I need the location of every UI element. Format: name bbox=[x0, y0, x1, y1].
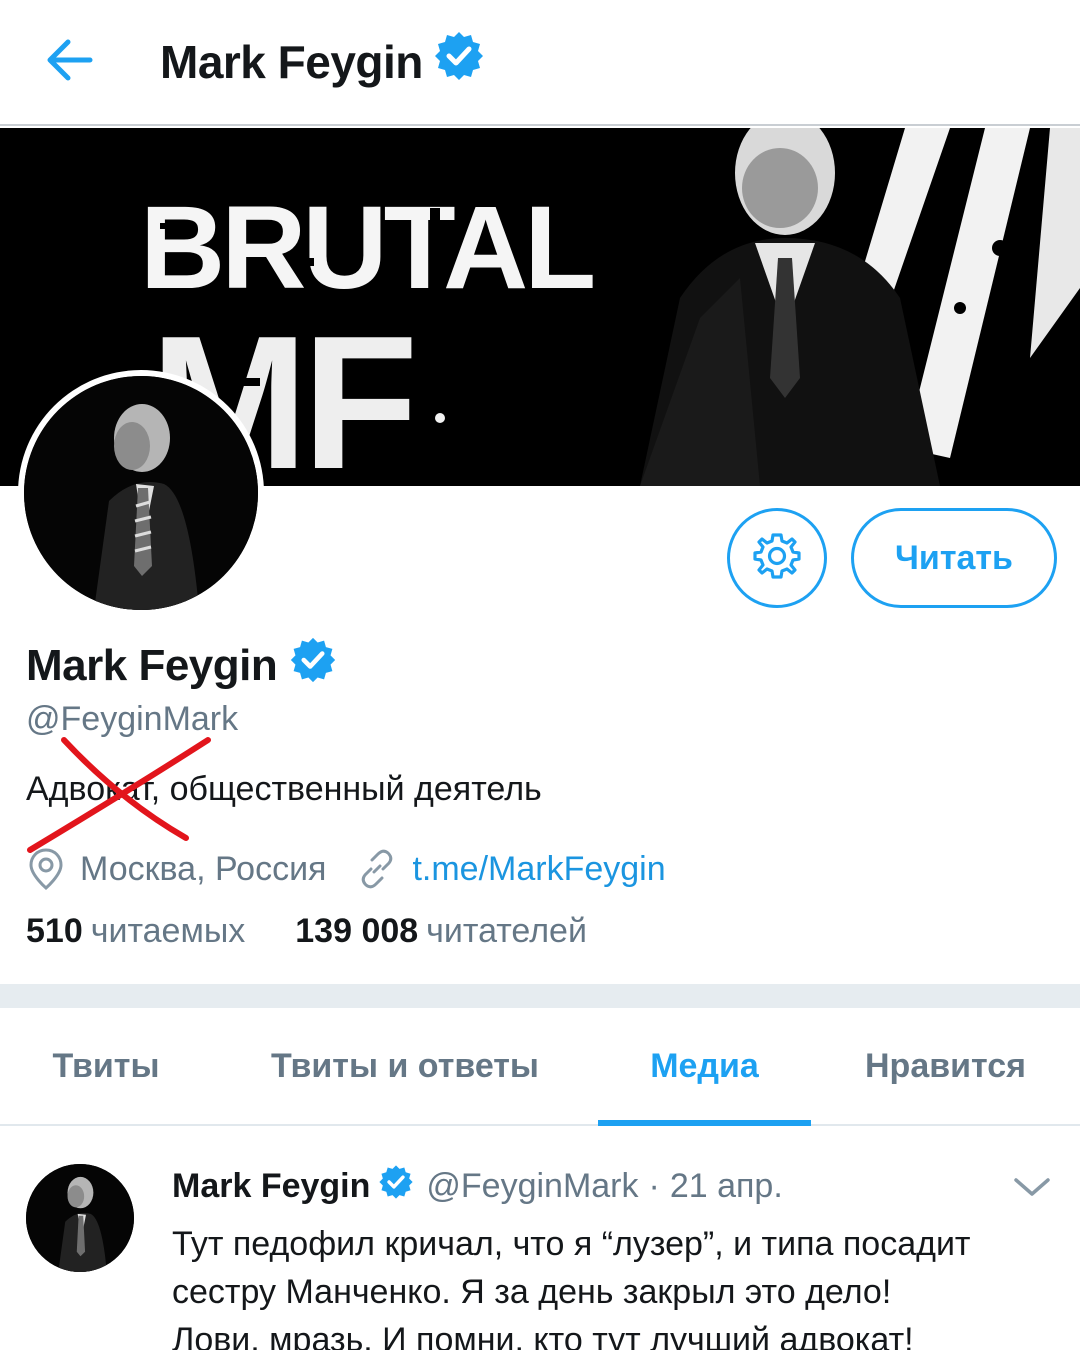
followers-label: читателей bbox=[426, 912, 587, 950]
avatar[interactable] bbox=[26, 1164, 134, 1272]
banner-text-brutal: BRUTAL bbox=[140, 182, 593, 314]
link-icon bbox=[356, 848, 398, 890]
following-stat[interactable]: 510 читаемых bbox=[26, 912, 245, 951]
tweet-text: Тут педофил кричал, что я “лузер”, и тип… bbox=[172, 1220, 1062, 1350]
chevron-down-icon[interactable] bbox=[1012, 1172, 1052, 1207]
profile-stats: 510 читаемых 139 008 читателей bbox=[26, 912, 587, 951]
tab-likes[interactable]: Нравится bbox=[811, 1008, 1080, 1124]
avatar[interactable] bbox=[18, 370, 264, 616]
tweet-header: Mark Feygin @FeyginMark · 21 апр. bbox=[172, 1164, 783, 1209]
follow-button[interactable]: Читать bbox=[851, 508, 1057, 608]
top-bar: Mark Feygin bbox=[0, 0, 1080, 126]
avatar-photo bbox=[24, 376, 258, 610]
location-pin-icon bbox=[26, 847, 66, 891]
arrow-left-icon[interactable] bbox=[40, 34, 100, 86]
page-title-text: Mark Feygin bbox=[160, 35, 423, 88]
profile-tabs: Твиты Твиты и ответы Медиа Нравится bbox=[0, 1008, 1080, 1126]
verified-badge-icon bbox=[378, 1164, 414, 1209]
tab-tweets[interactable]: Твиты bbox=[0, 1008, 212, 1124]
profile-bio: Адвокат, общественный деятель bbox=[26, 770, 542, 808]
gear-icon bbox=[752, 531, 802, 586]
verified-badge-icon bbox=[433, 30, 485, 93]
followers-count: 139 008 bbox=[295, 912, 419, 950]
section-divider bbox=[0, 984, 1080, 1008]
profile-location: Москва, Россия bbox=[80, 849, 327, 888]
following-label: читаемых bbox=[90, 912, 246, 950]
verified-badge-icon bbox=[289, 636, 337, 695]
tweet-separator: · bbox=[648, 1167, 660, 1205]
tweet-handle: @FeyginMark bbox=[426, 1167, 639, 1205]
tweet-text-line: сестру Манченко. Я за день закрыл это де… bbox=[172, 1273, 892, 1311]
tab-tweets-replies[interactable]: Твиты и ответы bbox=[212, 1008, 598, 1124]
profile-link[interactable]: t.me/MarkFeygin bbox=[412, 850, 665, 889]
tab-media[interactable]: Медиа bbox=[598, 1008, 811, 1126]
following-count: 510 bbox=[26, 912, 83, 950]
profile-name-text: Mark Feygin bbox=[26, 640, 278, 690]
followers-stat[interactable]: 139 008 читателей bbox=[295, 912, 587, 951]
tweet-text-line: Лови, мразь. И помни, кто тут лучший адв… bbox=[172, 1321, 914, 1350]
tweet-author[interactable]: Mark Feygin bbox=[172, 1167, 370, 1206]
settings-button[interactable] bbox=[727, 508, 827, 608]
page-title: Mark Feygin bbox=[160, 30, 485, 93]
tweet-date[interactable]: 21 апр. bbox=[670, 1167, 783, 1206]
tweet[interactable]: Mark Feygin @FeyginMark · 21 апр. Тут пе… bbox=[0, 1128, 1080, 1350]
profile-name: Mark Feygin bbox=[26, 636, 337, 695]
profile-meta: Москва, Россия t.me/MarkFeygin bbox=[26, 842, 666, 896]
tweet-text-line: Тут педофил кричал, что я “лузер”, и тип… bbox=[172, 1225, 971, 1263]
profile-handle: @FeyginMark bbox=[26, 700, 239, 738]
